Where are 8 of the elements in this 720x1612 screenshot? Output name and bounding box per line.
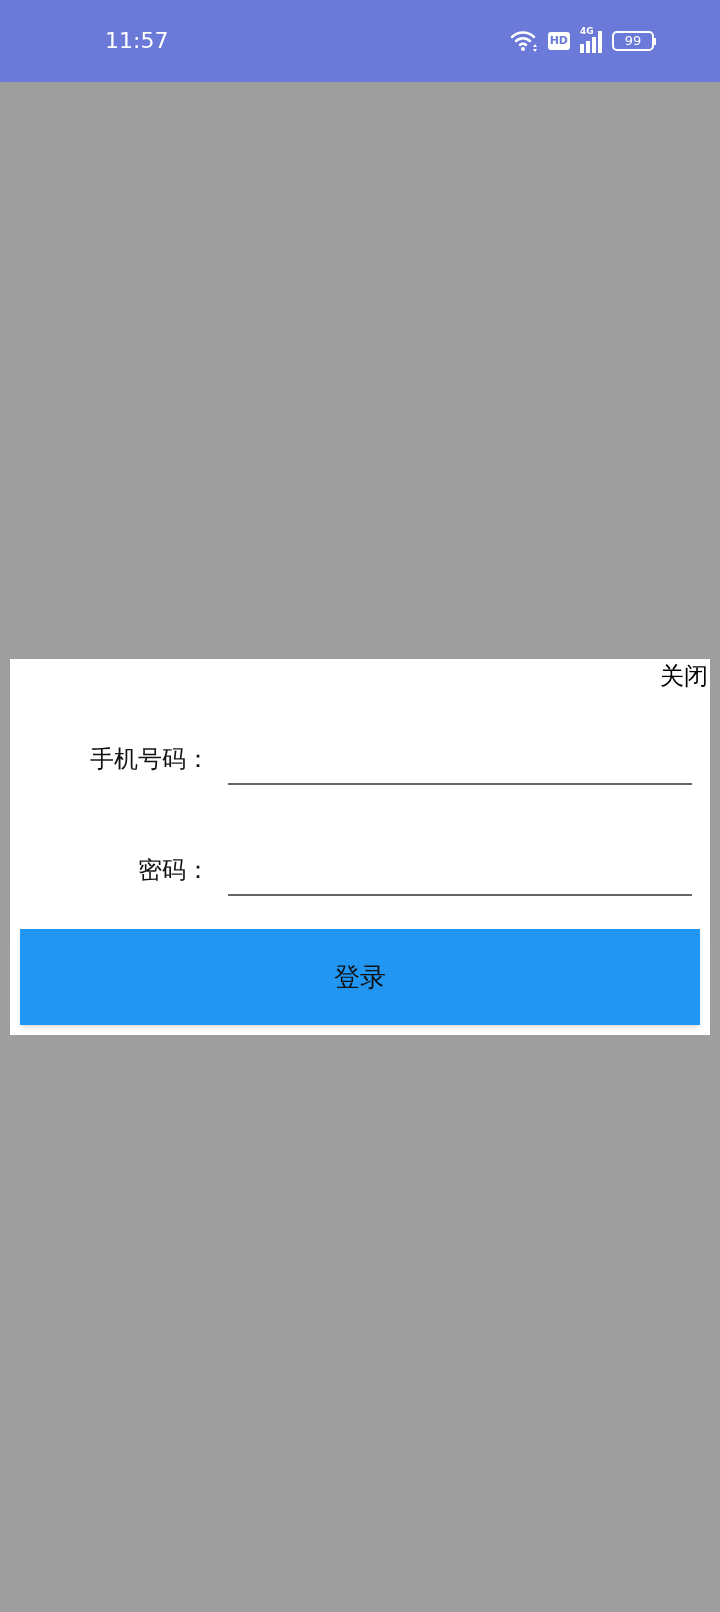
battery-icon: 99 [612,31,656,51]
clock: 11:57 [105,30,169,52]
field-label: 密码： [137,855,210,886]
field-label: 手机号码： [89,744,210,775]
login-button[interactable]: 登录 [20,929,700,1025]
wifi-icon [509,30,538,52]
close-button[interactable]: 关闭 [660,659,710,693]
hd-indicator: HD [547,32,570,50]
